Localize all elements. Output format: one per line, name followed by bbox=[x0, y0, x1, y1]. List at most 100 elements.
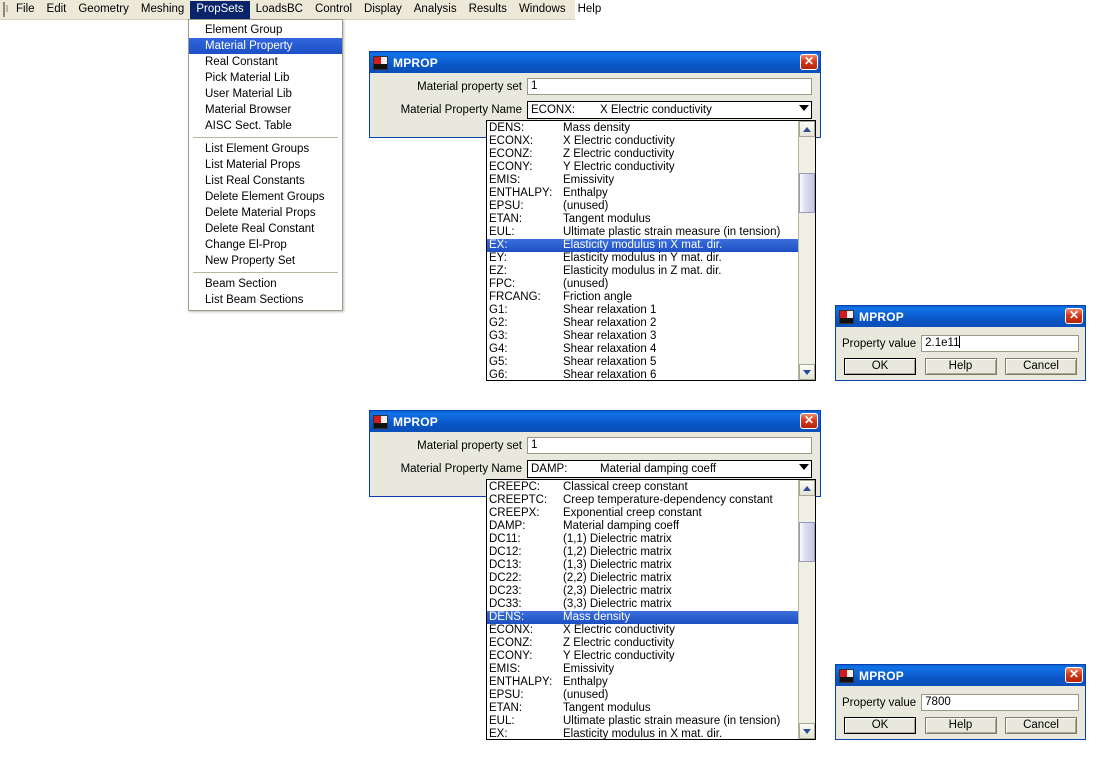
list-item[interactable]: EUL: Ultimate plastic strain measure (in … bbox=[487, 226, 798, 239]
list-item[interactable]: CREEPTC: Creep temperature-dependency con… bbox=[487, 494, 798, 507]
menu-geometry[interactable]: Geometry bbox=[72, 1, 135, 19]
list-item[interactable]: CREEPX: Exponential creep constant bbox=[487, 507, 798, 520]
list-item[interactable]: DC33: (3,3) Dielectric matrix bbox=[487, 598, 798, 611]
material-property-listbox-bottom[interactable]: CREEPC: Classical creep constant CREEPTC:… bbox=[486, 479, 816, 740]
list-item[interactable]: EY: Elasticity modulus in Y mat. dir. bbox=[487, 252, 798, 265]
scroll-up-icon[interactable] bbox=[799, 121, 815, 137]
listbox-scrollbar[interactable] bbox=[798, 121, 815, 380]
list-item[interactable]: EPSU: (unused) bbox=[487, 200, 798, 213]
list-item[interactable]: ENTHALPY: Enthalpy bbox=[487, 187, 798, 200]
list-item[interactable]: DC23: (2,3) Dielectric matrix bbox=[487, 585, 798, 598]
menu-meshing[interactable]: Meshing bbox=[135, 1, 190, 19]
property-value-input[interactable]: 7800 bbox=[921, 694, 1079, 711]
list-item[interactable]: FPC: (unused) bbox=[487, 278, 798, 291]
list-item[interactable]: ECONZ: Z Electric conductivity bbox=[487, 148, 798, 161]
menu-windows[interactable]: Windows bbox=[513, 1, 572, 19]
title-bar[interactable]: MPROP ✕ bbox=[836, 306, 1085, 327]
list-item[interactable]: G2: Shear relaxation 2 bbox=[487, 317, 798, 330]
list-item[interactable]: EMIS: Emissivity bbox=[487, 663, 798, 676]
list-item-selected[interactable]: DENS: Mass density bbox=[487, 611, 798, 624]
menu-item-delete-material-props[interactable]: Delete Material Props bbox=[189, 205, 342, 221]
menu-item-aisc-sect-table[interactable]: AISC Sect. Table bbox=[189, 118, 342, 134]
close-icon[interactable]: ✕ bbox=[800, 54, 818, 70]
menu-item-list-element-groups[interactable]: List Element Groups bbox=[189, 141, 342, 157]
material-property-listbox-top[interactable]: DENS: Mass density ECONX: X Electric condu… bbox=[486, 120, 816, 381]
list-item[interactable]: ECONX: X Electric conductivity bbox=[487, 135, 798, 148]
list-item[interactable]: DC22: (2,2) Dielectric matrix bbox=[487, 572, 798, 585]
listbox-scrollbar[interactable] bbox=[798, 480, 815, 739]
menu-file[interactable]: File bbox=[10, 1, 41, 19]
list-item-selected[interactable]: EX: Elasticity modulus in X mat. dir. bbox=[487, 239, 798, 252]
list-item[interactable]: CREEPC: Classical creep constant bbox=[487, 481, 798, 494]
list-item[interactable]: G5: Shear relaxation 5 bbox=[487, 356, 798, 369]
menu-edit[interactable]: Edit bbox=[41, 1, 73, 19]
material-property-set-input[interactable]: 1 bbox=[527, 78, 812, 95]
scroll-down-icon[interactable] bbox=[799, 364, 815, 380]
list-item[interactable]: G6: Shear relaxation 6 bbox=[487, 369, 798, 380]
list-item[interactable]: EZ: Elasticity modulus in Z mat. dir. bbox=[487, 265, 798, 278]
ok-button[interactable]: OK bbox=[844, 358, 916, 375]
menu-item-list-material-props[interactable]: List Material Props bbox=[189, 157, 342, 173]
menu-item-list-beam-sections[interactable]: List Beam Sections bbox=[189, 292, 342, 308]
list-item[interactable]: EUL: Ultimate plastic strain measure (in … bbox=[487, 715, 798, 728]
list-item[interactable]: G4: Shear relaxation 4 bbox=[487, 343, 798, 356]
menu-item-material-browser[interactable]: Material Browser bbox=[189, 102, 342, 118]
title-bar[interactable]: MPROP ✕ bbox=[836, 665, 1085, 686]
menu-item-delete-element-groups[interactable]: Delete Element Groups bbox=[189, 189, 342, 205]
menu-propsets[interactable]: PropSets bbox=[190, 0, 250, 19]
list-item[interactable]: ETAN: Tangent modulus bbox=[487, 702, 798, 715]
list-item[interactable]: ECONY: Y Electric conductivity bbox=[487, 650, 798, 663]
list-item[interactable]: G1: Shear relaxation 1 bbox=[487, 304, 798, 317]
ok-button[interactable]: OK bbox=[844, 717, 916, 734]
list-item[interactable]: DC12: (1,2) Dielectric matrix bbox=[487, 546, 798, 559]
menu-item-pick-material-lib[interactable]: Pick Material Lib bbox=[189, 70, 342, 86]
menu-control[interactable]: Control bbox=[309, 1, 358, 19]
menu-item-delete-real-constant[interactable]: Delete Real Constant bbox=[189, 221, 342, 237]
list-item[interactable]: DC13: (1,3) Dielectric matrix bbox=[487, 559, 798, 572]
material-property-name-combo[interactable]: ECONX: X Electric conductivity bbox=[527, 100, 812, 119]
list-item[interactable]: DENS: Mass density bbox=[487, 122, 798, 135]
menu-help[interactable]: Help bbox=[572, 1, 608, 19]
menu-item-beam-section[interactable]: Beam Section bbox=[189, 276, 342, 292]
help-button[interactable]: Help bbox=[924, 717, 997, 734]
menu-item-list-real-constants[interactable]: List Real Constants bbox=[189, 173, 342, 189]
menu-analysis[interactable]: Analysis bbox=[408, 1, 463, 19]
list-item[interactable]: G3: Shear relaxation 3 bbox=[487, 330, 798, 343]
menu-loadsbc[interactable]: LoadsBC bbox=[250, 1, 309, 19]
title-bar[interactable]: MPROP ✕ bbox=[370, 52, 820, 73]
close-icon[interactable]: ✕ bbox=[1065, 308, 1083, 324]
scrollbar-thumb[interactable] bbox=[799, 173, 815, 213]
scroll-up-icon[interactable] bbox=[799, 480, 815, 496]
list-item[interactable]: ECONY: Y Electric conductivity bbox=[487, 161, 798, 174]
chevron-down-icon[interactable] bbox=[799, 104, 809, 111]
list-item[interactable]: EPSU: (unused) bbox=[487, 689, 798, 702]
list-item[interactable]: EMIS: Emissivity bbox=[487, 174, 798, 187]
list-item[interactable]: FRCANG: Friction angle bbox=[487, 291, 798, 304]
close-icon[interactable]: ✕ bbox=[800, 413, 818, 429]
menu-item-change-el-prop[interactable]: Change El-Prop bbox=[189, 237, 342, 253]
cancel-button[interactable]: Cancel bbox=[1005, 358, 1077, 375]
menu-item-material-property[interactable]: Material Property bbox=[189, 38, 342, 54]
menu-item-element-group[interactable]: Element Group bbox=[189, 22, 342, 38]
list-item[interactable]: ETAN: Tangent modulus bbox=[487, 213, 798, 226]
list-item[interactable]: ECONZ: Z Electric conductivity bbox=[487, 637, 798, 650]
list-item[interactable]: EX: Elasticity modulus in X mat. dir. bbox=[487, 728, 798, 739]
close-icon[interactable]: ✕ bbox=[1065, 667, 1083, 683]
list-item[interactable]: DAMP: Material damping coeff bbox=[487, 520, 798, 533]
menu-item-user-material-lib[interactable]: User Material Lib bbox=[189, 86, 342, 102]
help-button[interactable]: Help bbox=[924, 358, 997, 375]
property-value-input[interactable]: 2.1e11 bbox=[921, 335, 1079, 352]
cancel-button[interactable]: Cancel bbox=[1005, 717, 1077, 734]
menu-results[interactable]: Results bbox=[463, 1, 513, 19]
material-property-name-combo[interactable]: DAMP: Material damping coeff bbox=[527, 459, 812, 478]
title-bar[interactable]: MPROP ✕ bbox=[370, 411, 820, 432]
material-property-set-input[interactable]: 1 bbox=[527, 437, 812, 454]
scrollbar-thumb[interactable] bbox=[799, 522, 815, 562]
menu-display[interactable]: Display bbox=[358, 1, 408, 19]
menu-item-new-property-set[interactable]: New Property Set bbox=[189, 253, 342, 269]
list-item[interactable]: DC11: (1,1) Dielectric matrix bbox=[487, 533, 798, 546]
list-item[interactable]: ENTHALPY: Enthalpy bbox=[487, 676, 798, 689]
menu-item-real-constant[interactable]: Real Constant bbox=[189, 54, 342, 70]
list-item[interactable]: ECONX: X Electric conductivity bbox=[487, 624, 798, 637]
scroll-down-icon[interactable] bbox=[799, 723, 815, 739]
